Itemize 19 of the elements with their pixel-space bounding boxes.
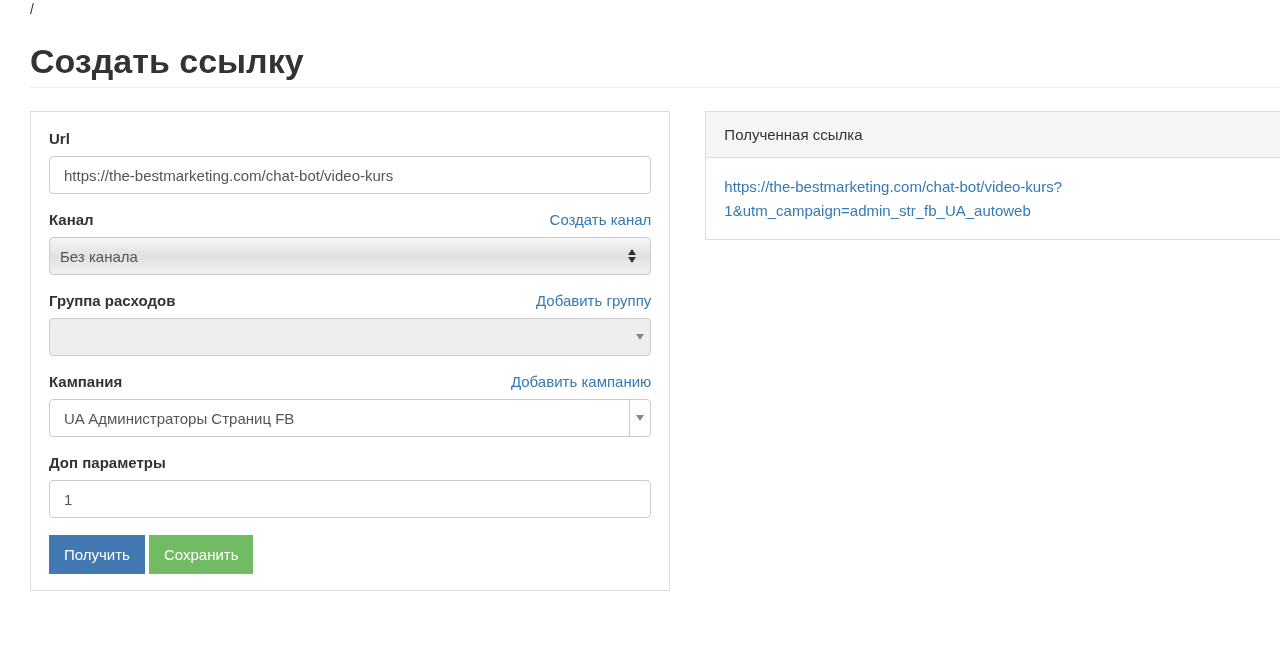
caret-icon	[636, 334, 645, 340]
select-dropdown[interactable]: UA Администраторы Страниц FB	[49, 399, 652, 437]
select-dropdown[interactable]: Без канала	[49, 237, 652, 275]
breadcrumb[interactable]: /	[30, 1, 34, 17]
get-button[interactable]: Получить	[49, 535, 145, 574]
field-label: Кампания	[49, 373, 123, 390]
text-input[interactable]: https://the-bestmarketing.com/chat-bot/video-kurs	[49, 156, 652, 194]
field-label: Доп параметры	[49, 454, 166, 471]
field-label: Url	[49, 130, 70, 147]
field-label: Канал	[49, 211, 94, 228]
page-title: Создать ссылку	[30, 42, 304, 80]
panel-heading: Полученная ссылка	[724, 126, 863, 143]
add-link[interactable]: Добавить кампанию	[510, 373, 652, 390]
sort-arrows-icon	[628, 249, 637, 263]
caret-icon	[636, 415, 645, 421]
add-link[interactable]: Создать канал	[549, 211, 652, 228]
text-input[interactable]: 1	[49, 480, 652, 518]
field-label: Группа расходов	[49, 292, 176, 309]
generated-link[interactable]: https://the-bestmarketing.com/chat-bot/video-kurs? 1&utm_campaign=admin_str_fb_UA_autoweb	[724, 175, 1062, 223]
